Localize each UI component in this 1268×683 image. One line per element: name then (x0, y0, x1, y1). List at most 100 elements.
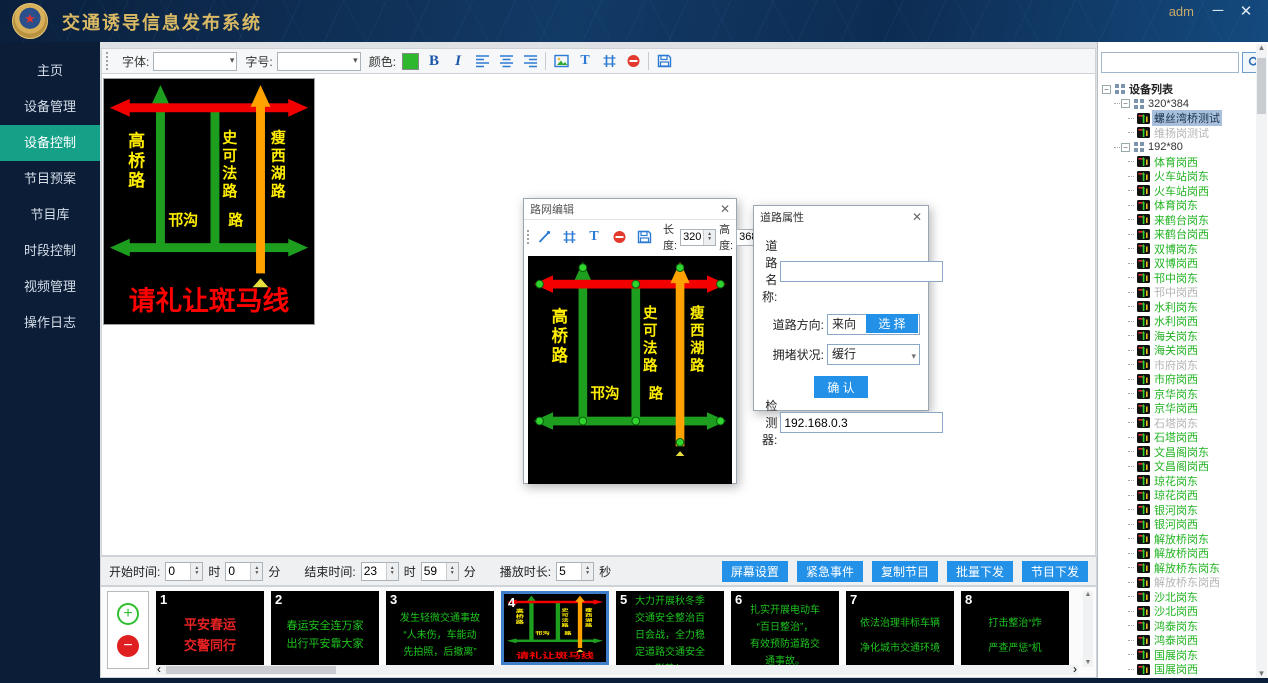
collapse-icon[interactable]: − (1121, 99, 1130, 108)
sidebar-item-4[interactable]: 节目预案 (0, 161, 100, 197)
italic-icon[interactable]: I (447, 51, 469, 71)
collapse-icon[interactable]: − (1102, 85, 1111, 94)
save-icon[interactable] (633, 227, 655, 247)
tree-device-双博岗西[interactable]: 双博岗西 (1100, 256, 1258, 271)
tree-device-螺丝湾桥测试[interactable]: 螺丝湾桥测试 (1100, 111, 1258, 126)
tree-device-沙北岗西[interactable]: 沙北岗西 (1100, 604, 1258, 619)
tree-device-体育岗西[interactable]: 体育岗西 (1100, 155, 1258, 170)
sidebar-item-7[interactable]: 视频管理 (0, 269, 100, 305)
tree-device-国展岗东[interactable]: 国展岗东 (1100, 648, 1258, 663)
program-thumbnail-5[interactable]: 5大力开展秋冬季交通安全整治百日会战，全力稳定道路交通安全形势！ (616, 591, 724, 665)
insert-text-icon[interactable]: T (583, 227, 605, 247)
sidebar-item-1[interactable]: 主页 (0, 53, 100, 89)
tree-device-文昌阁岗东[interactable]: 文昌阁岗东 (1100, 445, 1258, 460)
delete-icon[interactable] (608, 227, 630, 247)
tree-device-银河岗东[interactable]: 银河岗东 (1100, 503, 1258, 518)
road-name-field[interactable] (780, 261, 943, 282)
device-search-input[interactable] (1101, 52, 1239, 73)
scroll-up-icon[interactable]: ▲ (1085, 591, 1092, 599)
close-icon[interactable]: ✕ (912, 210, 922, 224)
close-icon[interactable]: ✕ (1236, 2, 1256, 20)
stepper-arrows-icon[interactable]: ▲▼ (581, 563, 593, 580)
tree-device-邗中岗西[interactable]: 邗中岗西 (1100, 285, 1258, 300)
action-button-4[interactable]: 批量下发 (947, 561, 1013, 582)
tree-device-水利岗西[interactable]: 水利岗西 (1100, 314, 1258, 329)
bold-icon[interactable]: B (423, 51, 445, 71)
program-thumbnail-6[interactable]: 6扎实开展电动车“百日整治”，有效预防道路交通事故。 (731, 591, 839, 665)
tree-device-京华岗东[interactable]: 京华岗东 (1100, 387, 1258, 402)
playlist-vscrollbar[interactable]: ▲ ▼ (1083, 591, 1093, 667)
tree-device-双博岗东[interactable]: 双博岗东 (1100, 242, 1258, 257)
sidebar-item-3[interactable]: 设备控制 (0, 125, 100, 161)
program-thumbnail-1[interactable]: 1平安春运交警同行 (156, 591, 264, 665)
duration-input[interactable] (557, 563, 581, 580)
program-thumbnail-3[interactable]: 3发生轻微交通事故“人未伤，车能动先拍照，后撤离” (386, 591, 494, 665)
tree-device-琼花岗东[interactable]: 琼花岗东 (1100, 474, 1258, 489)
stepper-arrows-icon[interactable]: ▲▼ (386, 563, 398, 580)
tree-device-琼花岗西[interactable]: 琼花岗西 (1100, 488, 1258, 503)
road-network-icon[interactable] (558, 227, 580, 247)
end-hour-input[interactable] (362, 563, 386, 580)
action-button-2[interactable]: 紧急事件 (797, 561, 863, 582)
action-button-5[interactable]: 节目下发 (1022, 561, 1088, 582)
tree-device-鸿泰岗东[interactable]: 鸿泰岗东 (1100, 619, 1258, 634)
stepper-arrows-icon[interactable]: ▲▼ (190, 563, 202, 580)
tree-device-国展岗西[interactable]: 国展岗西 (1100, 662, 1258, 677)
sidebar-item-6[interactable]: 时段控制 (0, 233, 100, 269)
tree-scrollbar[interactable]: ▲ ▼ (1256, 44, 1267, 678)
sidebar-item-2[interactable]: 设备管理 (0, 89, 100, 125)
stepper-arrows-icon[interactable]: ▲▼ (703, 230, 715, 245)
pen-icon[interactable] (533, 227, 555, 247)
program-thumbnail-4[interactable]: 4高桥路史可法路瘦西湖路邗沟路请礼让斑马线 (501, 591, 609, 665)
tree-device-维扬岗测试[interactable]: 维扬岗测试 (1100, 126, 1258, 141)
program-thumbnail-2[interactable]: 2春运安全连万家出行平安靠大家 (271, 591, 379, 665)
tree-device-解放桥东岗东[interactable]: 解放桥东岗东 (1100, 561, 1258, 576)
tree-device-市府岗东[interactable]: 市府岗东 (1100, 358, 1258, 373)
confirm-button[interactable]: 确 认 (814, 376, 868, 398)
tree-device-银河岗西[interactable]: 银河岗西 (1100, 517, 1258, 532)
start-hour-input[interactable] (166, 563, 190, 580)
scroll-down-icon[interactable]: ▼ (1258, 670, 1266, 678)
tree-group-192*80[interactable]: −192*80 (1100, 140, 1258, 155)
end-minute-input[interactable] (422, 563, 446, 580)
tree-device-体育岗东[interactable]: 体育岗东 (1100, 198, 1258, 213)
tree-group-320*384[interactable]: −320*384 (1100, 97, 1258, 112)
tree-device-解放桥岗东[interactable]: 解放桥岗东 (1100, 532, 1258, 547)
stepper-arrows-icon[interactable]: ▲▼ (446, 563, 458, 580)
program-thumbnail-8[interactable]: 8打击整治“炸严查严惩“机 (961, 591, 1069, 665)
collapse-icon[interactable]: − (1121, 143, 1130, 152)
tree-device-沙北岗东[interactable]: 沙北岗东 (1100, 590, 1258, 605)
align-left-icon[interactable] (471, 51, 493, 71)
align-right-icon[interactable] (519, 51, 541, 71)
delete-icon[interactable] (622, 51, 644, 71)
tree-device-石塔岗东[interactable]: 石塔岗东 (1100, 416, 1258, 431)
tree-device-火车站岗东[interactable]: 火车站岗东 (1100, 169, 1258, 184)
scroll-left-icon[interactable]: ‹ (157, 665, 161, 673)
tree-device-鸿泰岗西[interactable]: 鸿泰岗西 (1100, 633, 1258, 648)
tree-device-邗中岗东[interactable]: 邗中岗东 (1100, 271, 1258, 286)
tree-device-解放桥东岗西[interactable]: 解放桥东岗西 (1100, 575, 1258, 590)
tree-device-解放桥岗西[interactable]: 解放桥岗西 (1100, 546, 1258, 561)
tree-device-火车站岗西[interactable]: 火车站岗西 (1100, 184, 1258, 199)
scroll-right-icon[interactable]: › (1073, 665, 1077, 673)
remove-program-button[interactable]: − (117, 635, 139, 657)
tree-device-来鹤台岗东[interactable]: 来鹤台岗东 (1100, 213, 1258, 228)
tree-device-京华岗西[interactable]: 京华岗西 (1100, 401, 1258, 416)
tree-device-石塔岗西[interactable]: 石塔岗西 (1100, 430, 1258, 445)
stepper-arrows-icon[interactable]: ▲▼ (250, 563, 262, 580)
insert-text-icon[interactable]: T (574, 51, 596, 71)
tree-device-海关岗东[interactable]: 海关岗东 (1100, 329, 1258, 344)
scroll-up-icon[interactable]: ▲ (1258, 44, 1266, 52)
detector-field[interactable] (780, 412, 943, 433)
username[interactable]: adm (1169, 4, 1194, 19)
led-preview[interactable]: 高桥路史可法路瘦西湖路邗沟路请礼让斑马线 (103, 78, 315, 325)
font-size-select[interactable] (277, 52, 361, 71)
tree-root[interactable]: −设备列表 (1100, 82, 1258, 97)
tree-device-市府岗西[interactable]: 市府岗西 (1100, 372, 1258, 387)
props-dialog-titlebar[interactable]: 道路属性 ✕ (754, 206, 928, 228)
program-thumbnail-7[interactable]: 7依法治理非标车辆净化城市交通环境 (846, 591, 954, 665)
congestion-select[interactable]: 缓行 (827, 344, 920, 365)
insert-image-icon[interactable] (550, 51, 572, 71)
tree-device-海关岗西[interactable]: 海关岗西 (1100, 343, 1258, 358)
length-input[interactable] (681, 230, 703, 245)
